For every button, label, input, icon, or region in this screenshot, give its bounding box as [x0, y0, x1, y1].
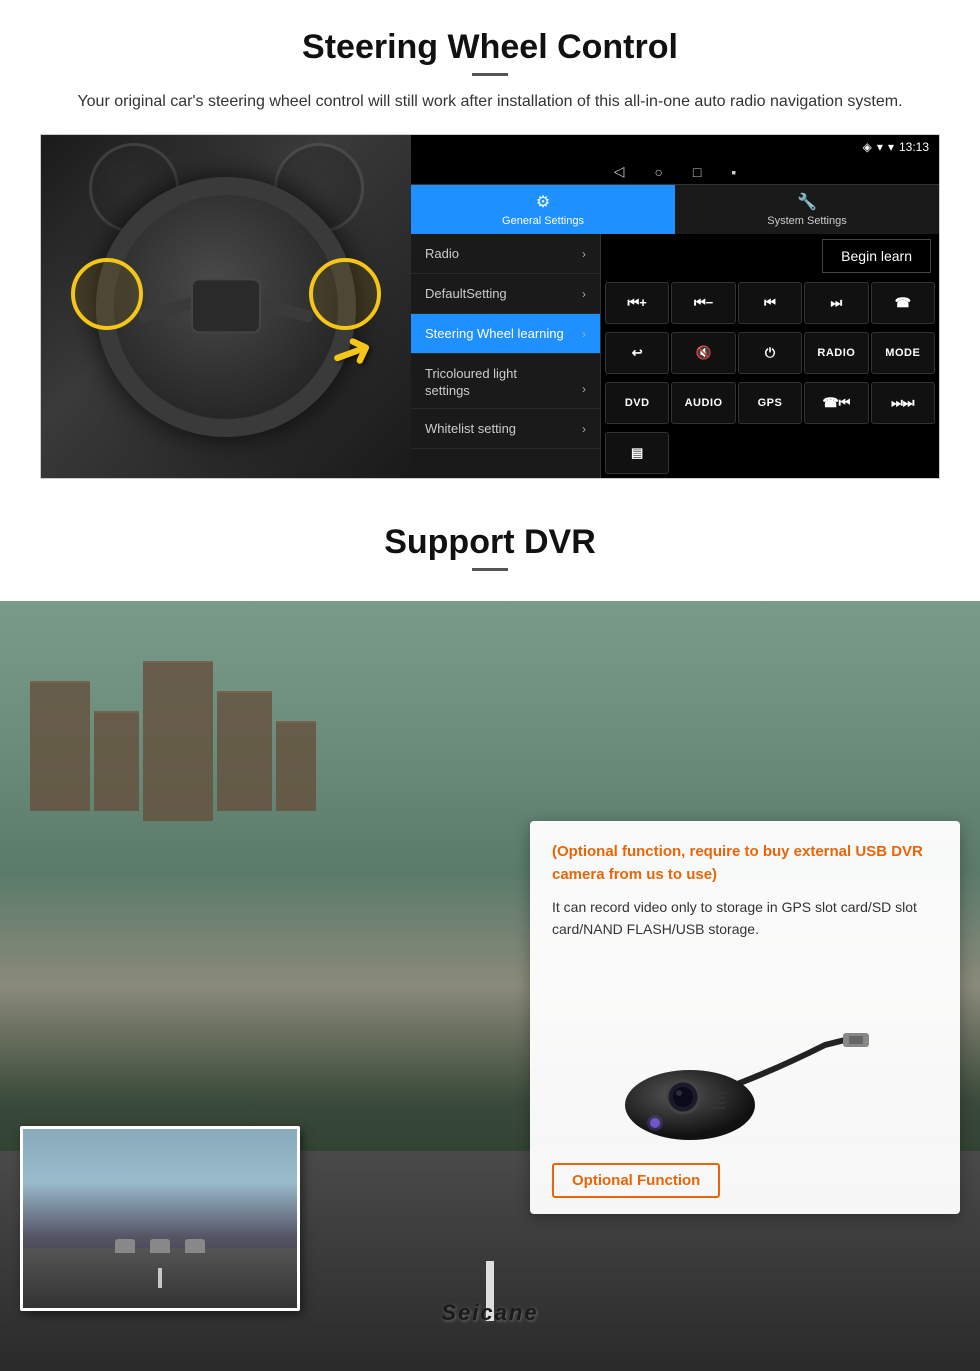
ctrl-power[interactable]: ⏻	[738, 332, 802, 374]
menu-item-whitelist[interactable]: Whitelist setting ›	[411, 409, 600, 449]
building-4	[217, 691, 272, 811]
menu-radio-arrow: ›	[582, 247, 586, 261]
time-display: 13:13	[899, 140, 929, 154]
seicane-logo: Seicane	[441, 1300, 538, 1326]
menu-steering-label: Steering Wheel learning	[425, 326, 564, 341]
ctrl-vol-up[interactable]: ⏮+	[605, 282, 669, 324]
buildings-area	[0, 661, 980, 821]
menu-list: Radio › DefaultSetting › Steering Wheel …	[411, 234, 601, 478]
ctrl-hangup[interactable]: ↩	[605, 332, 669, 374]
buttons-panel: Begin learn ⏮+ ⏮− ⏮ ⏭ ☎ ↩ 🔇 ⏻	[601, 234, 939, 478]
dvr-thumbnail	[20, 1126, 300, 1311]
status-bar: ◈ ▾ ▾ 13:13	[411, 135, 939, 159]
nav-bar: ◁ ○ □ ▪	[411, 159, 939, 185]
tab-general-label: General Settings	[502, 215, 584, 227]
ctrl-prev-track[interactable]: ⏮	[738, 282, 802, 324]
control-buttons-row3: DVD AUDIO GPS ☎⏮ ⏭⏭	[601, 378, 939, 428]
menu-item-defaultsetting[interactable]: DefaultSetting ›	[411, 274, 600, 314]
building-3	[143, 661, 213, 821]
menu-default-label: DefaultSetting	[425, 286, 507, 301]
ctrl-vol-down[interactable]: ⏮−	[671, 282, 735, 324]
tab-general-settings[interactable]: ⚙ General Settings	[411, 185, 675, 234]
ui-screenshot: ➜ ◈ ▾ ▾ 13:13 ◁ ○ □ ▪	[40, 134, 940, 479]
dvr-title-divider	[472, 568, 508, 571]
menu-default-arrow: ›	[582, 287, 586, 301]
location-icon: ◈	[863, 140, 872, 154]
ctrl-next-track[interactable]: ⏭	[804, 282, 868, 324]
begin-learn-button[interactable]: Begin learn	[822, 239, 931, 273]
menu-whitelist-label: Whitelist setting	[425, 421, 516, 436]
ctrl-phone[interactable]: ☎	[871, 282, 935, 324]
recent-nav-btn[interactable]: □	[693, 164, 701, 180]
building-5	[276, 721, 316, 811]
control-buttons-row1: ⏮+ ⏮− ⏮ ⏭ ☎	[601, 278, 939, 328]
steering-hub	[191, 278, 261, 333]
menu-nav-btn[interactable]: ▪	[731, 164, 736, 180]
menu-whitelist-arrow: ›	[582, 422, 586, 436]
menu-tri-label: Tricoloured light	[425, 366, 517, 381]
menu-tri-arrow: ›	[582, 382, 586, 396]
ctrl-phone-prev[interactable]: ☎⏮	[804, 382, 868, 424]
android-panel: ◈ ▾ ▾ 13:13 ◁ ○ □ ▪ ⚙ General Settings	[411, 135, 939, 478]
menu-radio-label: Radio	[425, 246, 459, 261]
menu-item-radio[interactable]: Radio ›	[411, 234, 600, 274]
thumb-car-2	[150, 1239, 170, 1253]
main-title: Steering Wheel Control	[40, 28, 940, 67]
settings-tabs: ⚙ General Settings 🔧 System Settings	[411, 185, 939, 234]
begin-learn-row: Begin learn	[601, 234, 939, 278]
highlight-circle-left	[71, 258, 143, 330]
statusbar-icons: ◈ ▾ ▾ 13:13	[863, 140, 929, 154]
ctrl-audio[interactable]: AUDIO	[671, 382, 735, 424]
home-nav-btn[interactable]: ○	[654, 164, 662, 180]
dvr-info-card: (Optional function, require to buy exter…	[530, 821, 960, 1214]
dvr-device-svg	[595, 965, 895, 1145]
signal-icon: ▾	[888, 140, 894, 154]
ctrl-gps[interactable]: GPS	[738, 382, 802, 424]
building-2	[94, 711, 139, 811]
menu-steering-arrow: ›	[582, 327, 586, 341]
menu-tri-label2: settings	[425, 383, 470, 398]
optional-badge-container: Optional Function	[552, 1155, 938, 1198]
ctrl-next-combo[interactable]: ⏭⏭	[871, 382, 935, 424]
back-nav-btn[interactable]: ◁	[614, 163, 625, 180]
optional-function-badge: Optional Function	[552, 1163, 720, 1198]
tab-system-label: System Settings	[767, 215, 846, 227]
dvr-optional-text: (Optional function, require to buy exter…	[552, 841, 938, 886]
gear-icon: ⚙	[536, 192, 550, 212]
title-divider	[472, 73, 508, 76]
ctrl-whitelist-icon[interactable]: ▤	[605, 432, 669, 474]
thumb-dash-line	[158, 1268, 162, 1288]
control-buttons-row4: ▤	[601, 428, 939, 478]
highlight-circle-right	[309, 258, 381, 330]
subtitle-text: Your original car's steering wheel contr…	[55, 90, 925, 114]
dvr-device-illustration	[595, 965, 895, 1145]
tab-system-settings[interactable]: 🔧 System Settings	[675, 185, 939, 234]
ctrl-mode[interactable]: MODE	[871, 332, 935, 374]
thumb-car-1	[115, 1239, 135, 1253]
dvr-background: (Optional function, require to buy exter…	[0, 601, 980, 1371]
ctrl-radio[interactable]: RADIO	[804, 332, 868, 374]
control-buttons-row2: ↩ 🔇 ⏻ RADIO MODE	[601, 328, 939, 378]
wifi-icon: ▾	[877, 140, 883, 154]
dvr-camera-area	[552, 955, 938, 1155]
dvr-desc-text: It can record video only to storage in G…	[552, 896, 938, 941]
steering-section: Steering Wheel Control Your original car…	[0, 0, 980, 479]
dvr-section: Support DVR	[0, 499, 980, 1371]
menu-item-steering-learning[interactable]: Steering Wheel learning ›	[411, 314, 600, 354]
settings-content: Radio › DefaultSetting › Steering Wheel …	[411, 234, 939, 478]
system-icon: 🔧	[797, 192, 817, 212]
thumb-car-3	[185, 1239, 205, 1253]
building-1	[30, 681, 90, 811]
thumb-road	[23, 1248, 297, 1308]
ctrl-mute[interactable]: 🔇	[671, 332, 735, 374]
menu-item-tricoloured[interactable]: Tricoloured light settings ›	[411, 354, 600, 409]
dvr-title: Support DVR	[0, 523, 980, 562]
dvr-title-area: Support DVR	[0, 499, 980, 601]
thumb-cars	[115, 1239, 205, 1253]
ctrl-dvd[interactable]: DVD	[605, 382, 669, 424]
steering-wheel-photo: ➜	[41, 135, 411, 478]
